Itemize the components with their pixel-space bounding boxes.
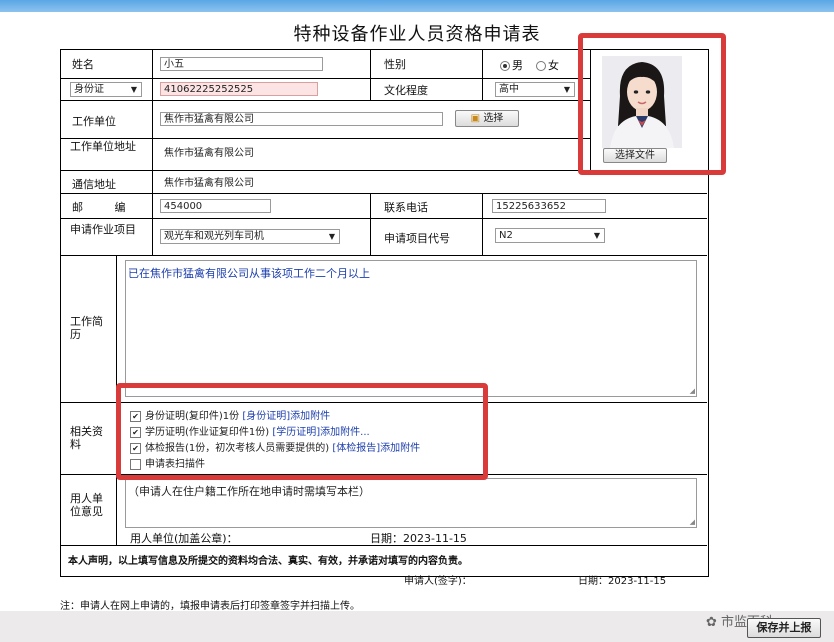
photo-highlight xyxy=(578,33,726,175)
chevron-down-icon: ▼ xyxy=(593,231,600,240)
materials-highlight xyxy=(116,383,488,480)
id-type-select[interactable]: 身份证 ▼ xyxy=(70,82,142,97)
select-unit-button[interactable]: ▣ 选择 xyxy=(455,110,519,127)
unit-seal-label: 用人单位(加盖公章)： xyxy=(130,532,238,545)
resume-label: 工作简历 xyxy=(70,315,103,341)
work-item-select[interactable]: 观光车和观光列车司机 ▼ xyxy=(160,229,340,244)
folder-icon: ▣ xyxy=(470,113,481,124)
resize-grip-icon: ◢ xyxy=(689,387,695,395)
top-bar xyxy=(0,0,834,12)
postcode-label: 邮 编 xyxy=(72,201,140,214)
chevron-down-icon: ▼ xyxy=(328,232,335,241)
chevron-down-icon: ▼ xyxy=(563,85,570,94)
opinion-date: 日期：2023-11-15 xyxy=(370,532,467,545)
declaration-text: 本人声明，以上填写信息及所提交的资料均合法、真实、有效，并承诺对填写的内容负责。 xyxy=(68,556,468,567)
gender-female-radio[interactable]: 女 xyxy=(536,57,559,73)
work-unit-label: 工作单位 xyxy=(72,115,116,128)
save-submit-button[interactable]: 保存并上报 xyxy=(747,618,821,638)
name-input[interactable]: 小五 xyxy=(160,57,323,71)
gender-label: 性别 xyxy=(384,58,406,71)
mail-address-label: 通信地址 xyxy=(72,178,116,191)
footnote: 注：申请人在网上申请的，填报申请表后打印签章签字并扫描上传。 xyxy=(60,601,360,612)
item-code-label: 申请项目代号 xyxy=(384,232,450,245)
item-code-select[interactable]: N2 ▼ xyxy=(495,228,605,243)
phone-input[interactable]: 15225633652 xyxy=(492,199,606,213)
postcode-input[interactable]: 454000 xyxy=(160,199,271,213)
materials-label: 相关资料 xyxy=(70,425,103,451)
wechat-icon: ✿ xyxy=(706,615,717,630)
phone-label: 联系电话 xyxy=(384,201,428,214)
employer-opinion-label: 用人单位意见 xyxy=(70,492,103,518)
resize-grip-icon: ◢ xyxy=(689,518,695,526)
gender-male-radio[interactable]: 男 xyxy=(500,57,523,73)
unit-address-input[interactable]: 焦作市猛禽有限公司 xyxy=(160,146,582,160)
id-number-input[interactable]: 41062225252525 xyxy=(160,82,318,96)
work-unit-input[interactable]: 焦作市猛禽有限公司 xyxy=(160,112,443,126)
mail-address-input[interactable]: 焦作市猛禽有限公司 xyxy=(160,176,695,190)
radio-icon xyxy=(500,61,510,71)
applicant-sign-label: 申请人(签字)： xyxy=(404,576,472,587)
opinion-textarea[interactable]: （申请人在住户籍工作所在地申请时需填写本栏） ◢ xyxy=(125,478,697,528)
sign-date: 日期：2023-11-15 xyxy=(578,576,667,587)
radio-icon xyxy=(536,61,546,71)
resume-textarea[interactable]: 已在焦作市猛禽有限公司从事该项工作二个月以上 ◢ xyxy=(125,260,697,397)
work-item-label: 申请作业项目 xyxy=(70,223,136,236)
education-select[interactable]: 高中 ▼ xyxy=(495,82,575,97)
name-label: 姓名 xyxy=(72,58,94,71)
education-label: 文化程度 xyxy=(384,84,428,97)
chevron-down-icon: ▼ xyxy=(130,85,137,94)
unit-address-label: 工作单位地址 xyxy=(70,140,136,153)
